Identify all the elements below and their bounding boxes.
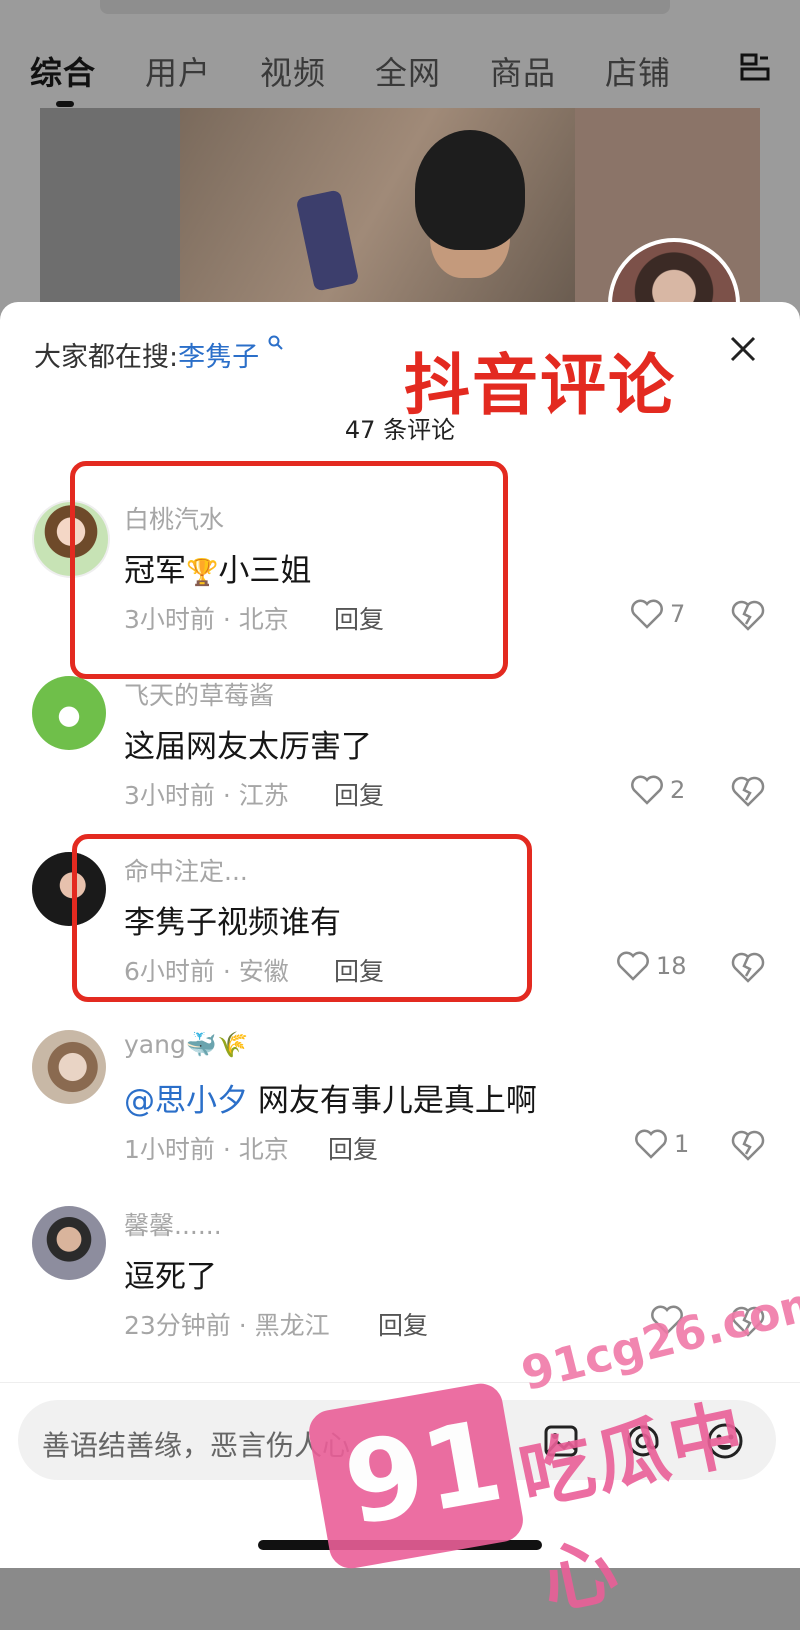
highlight-box (70, 461, 508, 679)
active-tab-indicator (56, 101, 74, 107)
watermark-badge: 91 (305, 1380, 527, 1572)
highlight-box (72, 834, 532, 1002)
tab-shops[interactable]: 店铺 (605, 48, 720, 94)
tab-comprehensive[interactable]: 综合 (30, 48, 145, 94)
hot-search-keyword[interactable]: 李隽子 (178, 342, 259, 373)
comment-item: yang🐳🌾 @思小夕 网友有事儿是真上啊 1小时前 · 北京 回复 1 (0, 1030, 800, 1180)
avatar[interactable] (32, 1206, 106, 1280)
phone-image (295, 189, 360, 292)
dislike-icon[interactable] (731, 950, 765, 984)
dislike-icon[interactable] (731, 774, 765, 808)
dislike-icon[interactable] (731, 1128, 765, 1162)
hot-search[interactable]: 大家都在搜:李隽子 (34, 335, 284, 374)
comment-username[interactable]: 馨馨...... (124, 1206, 222, 1242)
like-button[interactable]: 1 (634, 1128, 689, 1160)
like-count: 18 (656, 952, 687, 980)
person-hair (415, 130, 525, 250)
comment-item: 飞天的草莓酱 这届网友太厉害了 3小时前 · 江苏 回复 2 (0, 676, 800, 826)
tab-products[interactable]: 商品 (490, 48, 605, 94)
tab-videos[interactable]: 视频 (260, 48, 375, 94)
heart-icon (631, 599, 663, 629)
reply-button[interactable]: 回复 (334, 776, 384, 812)
hot-search-label: 大家都在搜: (34, 342, 179, 373)
like-button[interactable]: 7 (630, 598, 685, 630)
comment-meta: 1小时前 · 北京 (124, 1135, 289, 1164)
comment-meta: 23分钟前 · 黑龙江 (124, 1311, 330, 1340)
like-button[interactable]: 18 (616, 950, 687, 982)
video-thumbnail[interactable] (180, 108, 575, 308)
like-count: 1 (674, 1130, 690, 1158)
heart-icon (635, 1129, 667, 1159)
comment-text: @思小夕 网友有事儿是真上啊 (124, 1083, 537, 1119)
mention-link[interactable]: @思小夕 (124, 1083, 248, 1119)
reply-button[interactable]: 回复 (328, 1130, 378, 1166)
search-icon (268, 335, 283, 350)
tab-users[interactable]: 用户 (145, 48, 260, 94)
comment-username[interactable]: yang🐳🌾 (124, 1030, 248, 1060)
like-count: 2 (670, 776, 686, 804)
comment-sheet: 大家都在搜:李隽子 抖音评论 47 条评论 白桃汽水 冠军🏆小三姐 3小时前 ·… (0, 302, 800, 1568)
video-thumbnail-left[interactable] (40, 108, 182, 308)
comment-username[interactable]: 飞天的草莓酱 (124, 676, 274, 712)
filter-icon[interactable] (740, 52, 770, 82)
comment-text: 逗死了 (124, 1259, 217, 1295)
comment-input-placeholder: 善语结善缘，恶言伤人心 (42, 1429, 351, 1462)
close-icon[interactable] (726, 332, 760, 366)
heart-icon (617, 951, 649, 981)
search-tabs: 综合 用户 视频 全网 商品 店铺 (30, 48, 720, 94)
avatar[interactable] (32, 1030, 106, 1104)
like-count: 7 (670, 600, 686, 628)
comment-meta: 3小时前 · 江苏 (124, 781, 289, 810)
avatar[interactable] (32, 676, 106, 750)
search-bar[interactable] (100, 0, 670, 14)
reply-button[interactable]: 回复 (378, 1306, 428, 1342)
username-emoji: 🐳🌾 (185, 1030, 249, 1059)
heart-icon (631, 775, 663, 805)
comment-text: 这届网友太厉害了 (124, 729, 372, 765)
dislike-icon[interactable] (731, 598, 765, 632)
comment-count: 47 条评论 (344, 416, 456, 444)
like-button[interactable]: 2 (630, 774, 685, 806)
divider (0, 1382, 800, 1383)
tab-web[interactable]: 全网 (375, 48, 490, 94)
